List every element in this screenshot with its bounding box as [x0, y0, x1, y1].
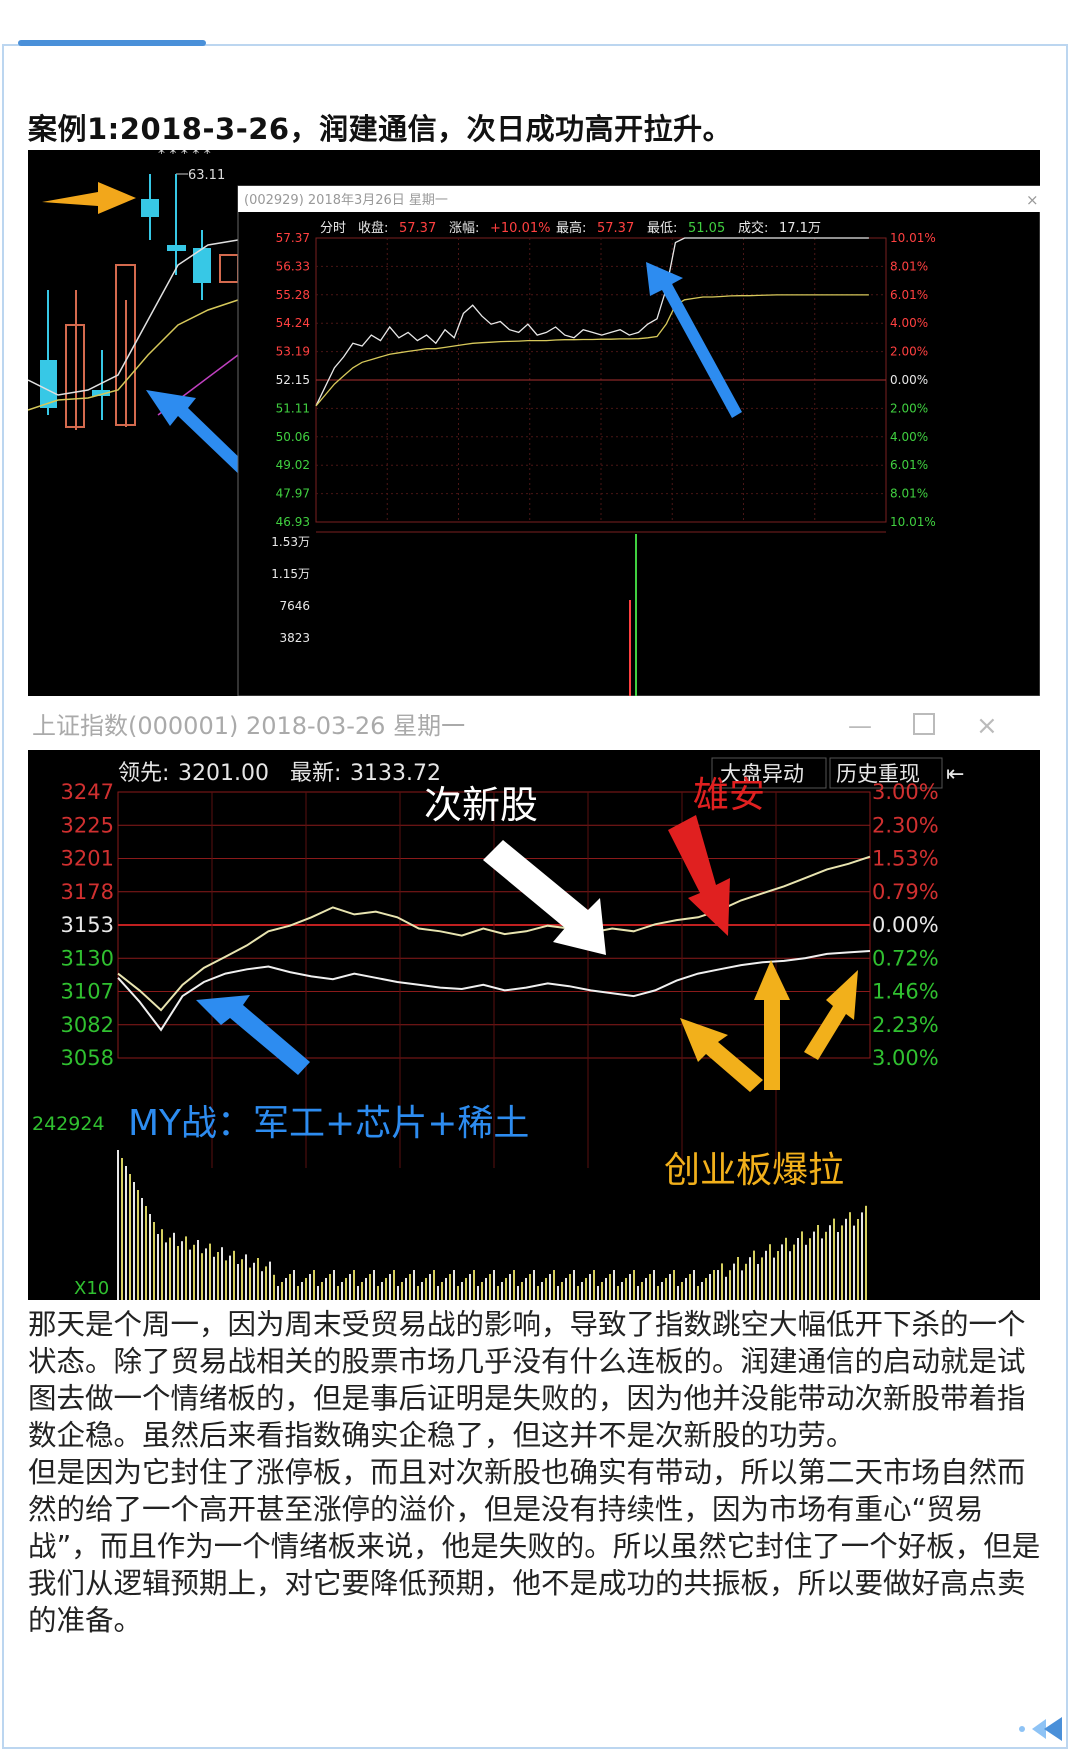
price-tick: 49.02 — [276, 458, 310, 472]
popup-title: (002929) 2018年3月26日 星期一 — [244, 193, 448, 208]
index-price-tick: 3130 — [61, 946, 114, 970]
index-pct-tick: 1.46% — [872, 980, 939, 1004]
info-label: 成交: — [738, 220, 768, 236]
info-value: +10.01% — [490, 221, 550, 236]
tab-accent-bar — [18, 40, 206, 46]
price-tick: 54.24 — [276, 316, 310, 330]
volume-tick: 1.15万 — [271, 567, 310, 581]
info-label: 涨幅: — [449, 221, 479, 236]
pct-tick: 6.01% — [890, 458, 928, 472]
price-tick: 53.19 — [276, 345, 310, 359]
pct-tick: 2.00% — [890, 345, 928, 359]
pct-tick: 4.00% — [890, 430, 928, 444]
paragraph-1: 那天是个周一，因为周末受贸易战的影响，导致了指数跳空大幅低开下杀的一个状态。除了… — [28, 1308, 1026, 1452]
index-intraday-chart: 上证指数(000001) 2018-03-26 星期一 — × 领先: 3201… — [28, 700, 1040, 1300]
sub-new-annotation: 次新股 — [424, 783, 538, 827]
candle — [219, 254, 239, 283]
index-price-tick: 3107 — [61, 980, 114, 1004]
volume-unit-label: X10 — [74, 1278, 109, 1299]
orange-arrow-icon — [42, 182, 136, 214]
volume-tick: 7646 — [279, 599, 310, 613]
paragraph-2: 但是因为它封住了涨停板，而且对次新股也确实有带动，所以第二天市场自然而然的给了一… — [28, 1456, 1041, 1637]
pct-tick: 10.01% — [890, 231, 936, 245]
index-pct-tick: 3.00% — [872, 1046, 939, 1070]
index-price-tick: 3082 — [61, 1013, 114, 1037]
kline-stars: * * * * * — [158, 150, 211, 162]
index-pct-tick: 0.79% — [872, 880, 939, 904]
index-pct-tick: 1.53% — [872, 847, 939, 871]
volume-max-label: 242924 — [32, 1113, 105, 1135]
info-value: 17.1万 — [779, 221, 821, 236]
pct-tick: 8.01% — [890, 487, 928, 501]
xiongan-annotation: 雄安 — [693, 775, 765, 816]
index-pct-tick: 2.30% — [872, 813, 939, 837]
gem-annotation: 创业板爆拉 — [664, 1150, 844, 1191]
index-price-tick: 3153 — [61, 913, 114, 937]
article-body: 那天是个周一，因为周末受贸易战的影响，导致了指数跳空大幅低开下杀的一个状态。除了… — [28, 1306, 1044, 1639]
info-label: 最高: — [556, 220, 586, 236]
volume-tick: 3823 — [279, 631, 310, 645]
pct-tick: 0.00% — [890, 373, 928, 387]
pct-tick: 8.01% — [890, 259, 928, 273]
minimize-icon: — — [848, 712, 872, 740]
back-arrow-icon: ⇤ — [946, 762, 964, 787]
pct-tick: 6.01% — [890, 288, 928, 302]
pct-tick: 2.00% — [890, 401, 928, 415]
price-tick: 52.15 — [276, 373, 310, 387]
candle — [167, 245, 186, 251]
info-label: 收盘: — [358, 220, 388, 236]
volume-tick: 1.53万 — [271, 535, 310, 549]
case-heading: 案例1:2018-3-26，润建通信，次日成功高开拉升。 — [28, 112, 733, 146]
price-tick: 56.33 — [276, 259, 310, 273]
price-tick: 46.93 — [276, 515, 310, 529]
pct-tick: 4.00% — [890, 316, 928, 330]
index-price-tick: 3201 — [61, 847, 114, 871]
logo-icon — [1019, 1717, 1062, 1741]
price-tick: 51.11 — [276, 401, 310, 415]
stock-intraday-chart: * * * * * 63.11 (002929) 2018年3月26日 星期一 … — [28, 150, 1040, 696]
index-pct-tick: 2.23% — [872, 1013, 939, 1037]
price-tick: 55.28 — [276, 288, 310, 302]
kline-peak-label: 63.11 — [188, 168, 225, 183]
window-close-icon: × — [976, 711, 998, 741]
index-pct-tick: 0.72% — [872, 946, 939, 970]
info-value: 57.37 — [597, 221, 634, 236]
index-pct-tick: 0.00% — [872, 913, 939, 937]
latest-label: 最新: — [290, 761, 341, 786]
index-price-tick: 3247 — [61, 780, 114, 804]
lead-label: 领先: — [118, 761, 169, 786]
index-price-tick: 3178 — [61, 880, 114, 904]
info-label: 分时 — [320, 221, 346, 236]
lead-value: 3201.00 — [178, 761, 269, 786]
intraday-popup: (002929) 2018年3月26日 星期一 × 分时 收盘: 57.37 涨幅: +… — [237, 185, 1040, 696]
info-value: 51.05 — [688, 221, 725, 236]
info-value: 57.37 — [399, 221, 436, 236]
popup-close-icon: × — [1026, 191, 1039, 209]
info-label: 最低: — [647, 221, 677, 236]
index-pct-tick: 3.00% — [872, 780, 939, 804]
trade-war-annotation: MY战：军工+芯片+稀土 — [128, 1103, 529, 1144]
pct-tick: 10.01% — [890, 515, 936, 529]
candle — [141, 199, 159, 217]
index-window-title: 上证指数(000001) 2018-03-26 星期一 — [32, 712, 465, 740]
price-tick: 50.06 — [276, 430, 310, 444]
index-price-tick: 3058 — [61, 1046, 114, 1070]
price-tick: 57.37 — [276, 231, 310, 245]
price-tick: 47.97 — [276, 487, 310, 501]
index-price-tick: 3225 — [61, 813, 114, 837]
